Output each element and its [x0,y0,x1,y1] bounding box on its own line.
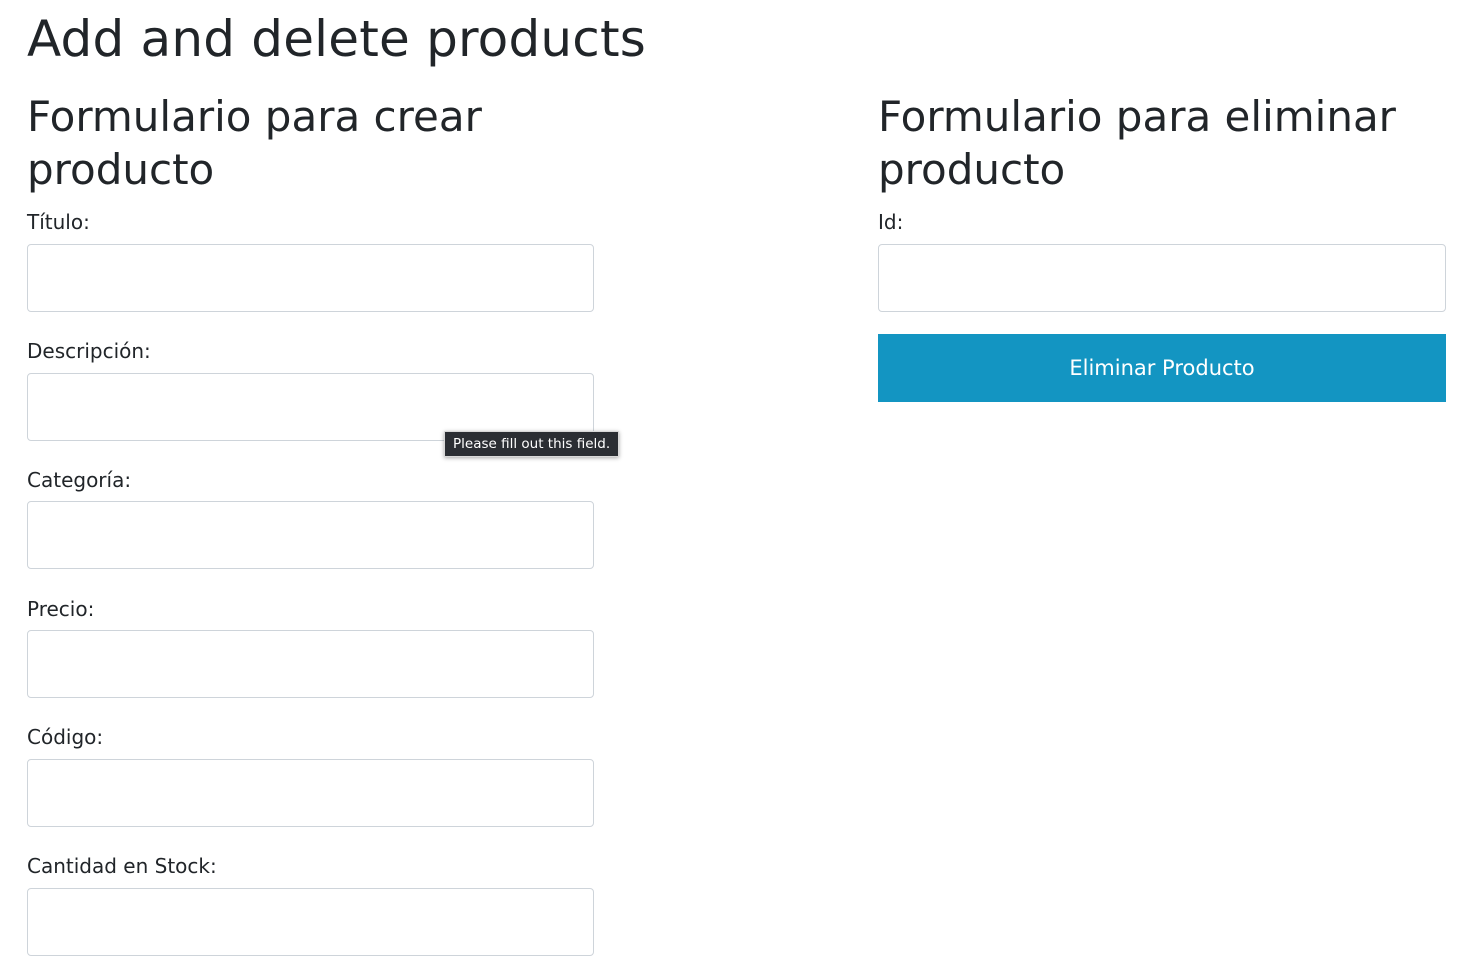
id-input[interactable] [878,244,1446,312]
validation-tooltip: Please fill out this field. [444,431,620,457]
cantidad-stock-label: Cantidad en Stock: [27,854,217,878]
precio-label: Precio: [27,597,95,621]
codigo-input[interactable] [27,759,594,827]
categoria-label: Categoría: [27,468,132,492]
titulo-label: Título: [27,210,90,234]
id-label: Id: [878,210,904,234]
cantidad-stock-input[interactable] [27,888,594,956]
delete-form-title: Formulario para eliminar producto [878,92,1396,194]
descripcion-label: Descripción: [27,339,151,363]
codigo-label: Código: [27,725,104,749]
page-title: Add and delete products [27,10,647,68]
titulo-input[interactable] [27,244,594,312]
eliminar-producto-button[interactable]: Eliminar Producto [878,334,1446,402]
precio-input[interactable] [27,630,594,698]
create-form-title: Formulario para crear producto [27,92,482,194]
categoria-input[interactable] [27,501,594,569]
page: Add and delete products Formulario para … [0,0,1475,972]
